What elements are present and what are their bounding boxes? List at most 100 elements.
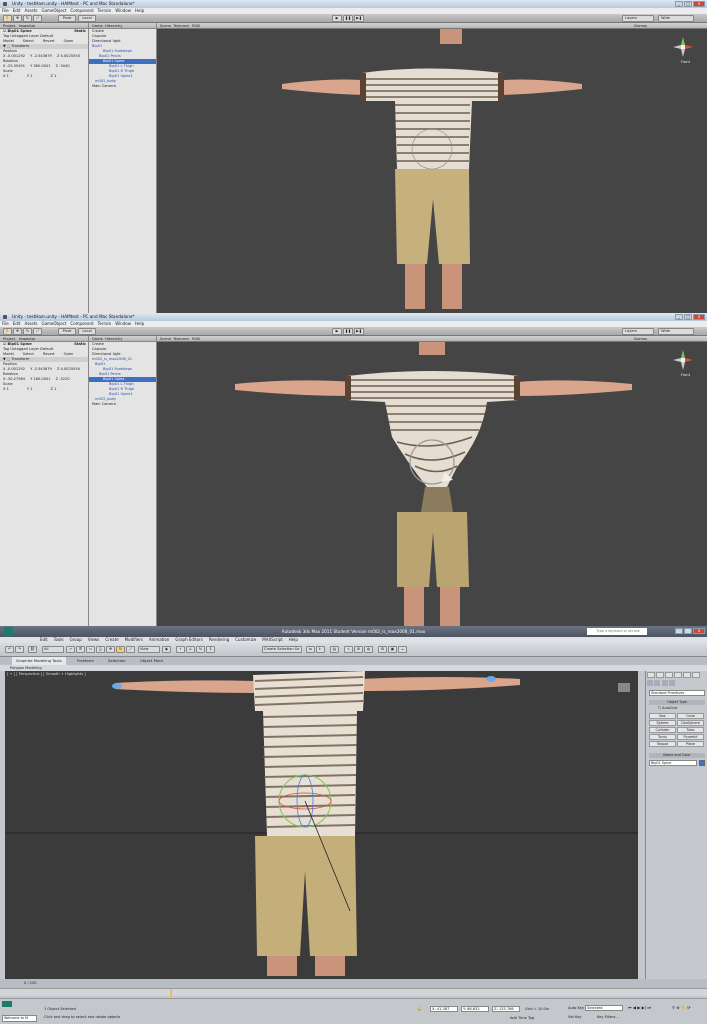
perspective-viewport[interactable]: [ + ] [ Perspective ] [ Smooth + Highlig… <box>5 671 638 979</box>
scale-z-field[interactable]: Z 1 <box>51 387 57 392</box>
play-button[interactable]: ▶ <box>332 328 342 335</box>
minimize-button[interactable]: _ <box>675 628 683 634</box>
hierarchy-item[interactable]: Main Camera <box>89 402 156 407</box>
scale-x-field[interactable]: X 1 <box>3 74 9 79</box>
rotation-y-field[interactable]: Y 180.0001 <box>30 377 51 382</box>
y-coordinate-field[interactable]: Y: 86.652 <box>461 1006 489 1012</box>
close-button[interactable]: × <box>693 1 705 7</box>
select-object-icon[interactable]: ➚ <box>66 646 75 653</box>
z-coordinate-field[interactable]: Z: 133.766 <box>492 1006 520 1012</box>
selection-filter-dropdown[interactable]: All <box>42 646 64 653</box>
layers-dropdown[interactable]: Layers <box>622 15 654 22</box>
set-key-button[interactable]: Set Key <box>568 1015 582 1019</box>
tab-inspector[interactable]: Inspector <box>19 337 36 341</box>
select-rotate-icon[interactable]: ↻ <box>116 646 125 653</box>
tab-game[interactable]: Game <box>92 24 103 28</box>
pivot-center-icon[interactable]: ◉ <box>162 646 171 653</box>
key-filters-button[interactable]: Key Filters... <box>597 1015 619 1019</box>
rgb-dropdown[interactable]: RGB <box>192 337 200 341</box>
layer-dropdown[interactable]: Default <box>40 34 53 38</box>
open-button[interactable]: Open <box>64 39 74 44</box>
maximize-button[interactable]: □ <box>684 628 692 634</box>
position-z-field[interactable]: Z 4.0025554 <box>57 367 80 372</box>
close-button[interactable]: × <box>693 628 705 634</box>
render-mode-dropdown[interactable]: Textured <box>173 337 188 341</box>
rotate-tool-button[interactable]: ↻ <box>23 15 32 22</box>
tab-hierarchy[interactable]: Hierarchy <box>105 337 122 341</box>
snaps-icon[interactable]: ⌖ <box>176 646 185 653</box>
mirror-icon[interactable]: ⇋ <box>306 646 315 653</box>
static-checkbox[interactable]: Static <box>74 342 88 347</box>
layout-dropdown[interactable]: Wide <box>658 15 694 22</box>
motion-tab-icon[interactable] <box>674 672 682 678</box>
ribbon-tab-object-paint[interactable]: Object Paint <box>140 657 163 665</box>
scale-z-field[interactable]: Z 1 <box>51 74 57 79</box>
tab-project[interactable]: Project <box>3 24 15 28</box>
utilities-tab-icon[interactable] <box>692 672 700 678</box>
rotation-z-field[interactable]: Z -5040 <box>56 64 70 69</box>
plane-button[interactable]: Plane <box>677 741 704 747</box>
maxscript-input[interactable]: Welcome to M <box>2 1015 37 1022</box>
go-to-end-icon[interactable]: ⏭ <box>647 1005 651 1010</box>
zoom-all-icon[interactable]: ⊕ <box>676 1005 679 1010</box>
lights-icon[interactable] <box>661 680 668 686</box>
layer-dropdown[interactable]: Default <box>40 347 53 351</box>
keyword-search-input[interactable]: Type a keyword or phrase <box>587 628 647 635</box>
maximize-button[interactable]: □ <box>684 1 692 7</box>
add-time-tag-button[interactable]: Add Time Tag <box>510 1016 534 1020</box>
time-slider[interactable]: 0 / 100 <box>0 979 707 988</box>
scale-y-field[interactable]: Y 1 <box>27 74 33 79</box>
geometry-icon[interactable] <box>647 680 653 686</box>
align-icon[interactable]: ⊫ <box>316 646 325 653</box>
name-color-rollout[interactable]: Name and Color <box>649 753 705 758</box>
tab-project[interactable]: Project <box>3 337 15 341</box>
display-tab-icon[interactable] <box>683 672 691 678</box>
spinner-snap-icon[interactable]: ⇕ <box>206 646 215 653</box>
hand-tool-button[interactable]: ✋ <box>3 15 12 22</box>
close-button[interactable]: × <box>693 314 705 320</box>
step-button[interactable]: ▶❚ <box>354 15 364 22</box>
layer-manager-icon[interactable]: ▤ <box>330 646 339 653</box>
play-icon[interactable]: ▶ <box>637 1005 640 1010</box>
selection-region-icon[interactable]: ▭ <box>86 646 95 653</box>
pivot-toggle[interactable]: Pivot <box>58 15 76 22</box>
key-mode-dropdown[interactable]: Selected <box>585 1005 623 1011</box>
max-logo-icon[interactable] <box>4 627 13 636</box>
pan-icon[interactable]: ✋ <box>681 1005 686 1010</box>
cone-button[interactable]: Cone <box>677 713 704 719</box>
select-scale-icon[interactable]: ⤢ <box>126 646 135 653</box>
move-tool-button[interactable]: ✥ <box>13 15 22 22</box>
lock-selection-icon[interactable]: 🔒 <box>417 1007 421 1011</box>
ribbon-tab-graphite[interactable]: Graphite Modeling Tools <box>12 657 66 665</box>
minimize-button[interactable]: _ <box>675 314 683 320</box>
orbit-icon[interactable]: ⟳ <box>687 1005 690 1010</box>
maxscript-listener-icon[interactable] <box>2 1001 12 1007</box>
scene-view[interactable]: Scene Textured RGB Gizmos Front <box>157 336 707 626</box>
object-name-input[interactable]: Bip01 Spine <box>649 760 697 766</box>
material-editor-icon[interactable]: ◍ <box>364 646 373 653</box>
tab-scene[interactable]: Scene <box>160 24 171 28</box>
layers-dropdown[interactable]: Layers <box>622 328 654 335</box>
rotation-y-field[interactable]: Y 360.0001 <box>30 64 51 69</box>
auto-key-button[interactable]: Auto Key <box>568 1006 584 1010</box>
tab-game[interactable]: Game <box>92 337 103 341</box>
pause-button[interactable]: ❚❚ <box>343 328 353 335</box>
hierarchy-item[interactable]: Main Camera <box>89 84 156 89</box>
scale-tool-button[interactable]: ⤢ <box>33 15 42 22</box>
percent-snap-icon[interactable]: % <box>196 646 205 653</box>
position-z-field[interactable]: Z 4.0025554 <box>57 54 80 59</box>
cameras-icon[interactable] <box>668 680 675 686</box>
select-by-name-icon[interactable]: ☰ <box>76 646 85 653</box>
hierarchy-tab-icon[interactable] <box>665 672 673 678</box>
create-tab-icon[interactable] <box>647 672 655 678</box>
scene-view[interactable]: Scene Textured RGB Gizmos Front <box>157 23 707 313</box>
tab-inspector[interactable]: Inspector <box>19 24 36 28</box>
render-mode-dropdown[interactable]: Textured <box>173 24 188 28</box>
torus-button[interactable]: Torus <box>649 734 676 740</box>
ribbon-tab-selection[interactable]: Selection <box>108 657 126 665</box>
shapes-icon[interactable] <box>654 680 661 686</box>
revert-button[interactable]: Revert <box>43 352 55 357</box>
ribbon-tab-freeform[interactable]: Freeform <box>77 657 94 665</box>
tab-hierarchy[interactable]: Hierarchy <box>105 24 122 28</box>
render-icon[interactable]: ☕ <box>398 646 407 653</box>
